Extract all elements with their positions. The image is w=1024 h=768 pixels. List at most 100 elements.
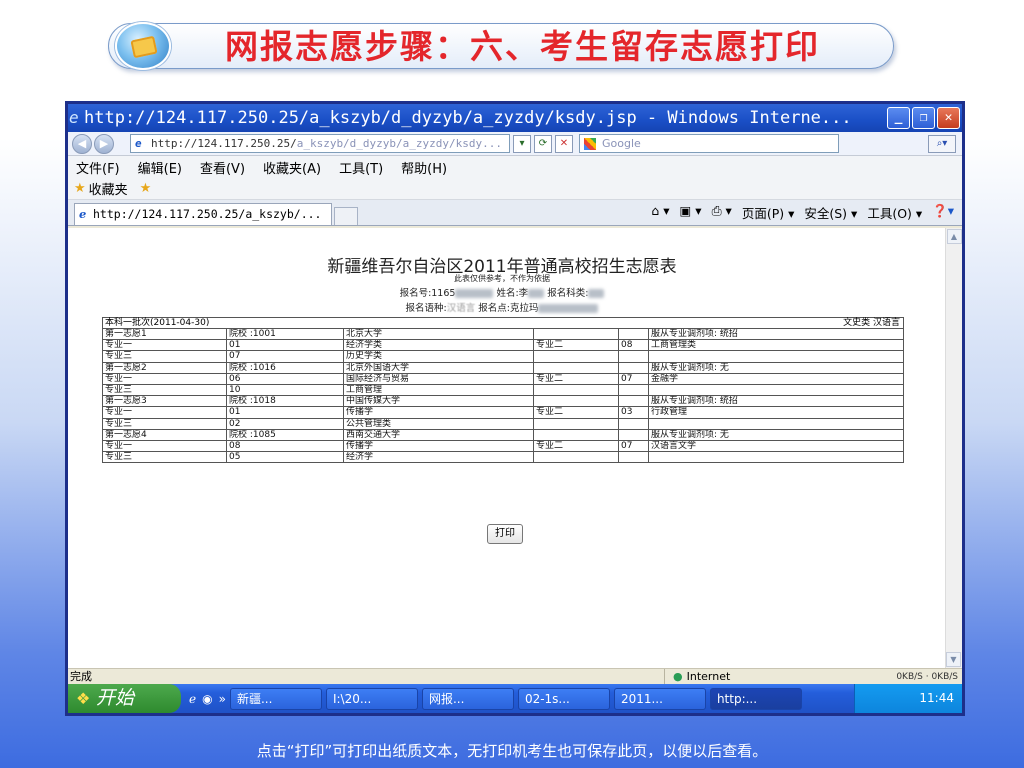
help-icon[interactable]: ❓▾ bbox=[932, 203, 954, 222]
table-cell bbox=[533, 417, 619, 430]
table-cell: 专业一 bbox=[102, 372, 227, 385]
batch-category: 文史类 汉语言 bbox=[843, 318, 900, 328]
scroll-down-icon[interactable]: ▼ bbox=[946, 652, 961, 667]
table-cell: 工商管理 bbox=[343, 383, 534, 397]
table-cell: 专业一 bbox=[102, 339, 227, 352]
close-button[interactable]: ✕ bbox=[937, 107, 960, 129]
search-icon[interactable]: ⌕▾ bbox=[928, 134, 956, 153]
table-cell: 经济学类 bbox=[343, 339, 534, 352]
browser-screenshot: e http://124.117.250.25/a_kszyb/d_dyzyb/… bbox=[65, 101, 965, 716]
stop-icon[interactable]: ✕ bbox=[555, 134, 573, 153]
batch-label: 本科一批次(2011-04-30) bbox=[105, 318, 210, 328]
table-cell bbox=[618, 350, 649, 363]
page-content: 新疆维吾尔自治区2011年普通高校招生志愿表 此表仅供参考，不作为依据 报名号:… bbox=[68, 228, 948, 668]
address-host: http://124.117.250.25/ bbox=[151, 137, 297, 150]
safety-menu[interactable]: 安全(S) ▾ bbox=[804, 203, 857, 222]
table-cell: 专业一 bbox=[102, 439, 227, 453]
table-cell bbox=[533, 361, 619, 374]
menu-bar: 文件(F) 编辑(E) 查看(V) 收藏夹(A) 工具(T) 帮助(H) bbox=[68, 156, 962, 178]
go-icon[interactable]: ▾ bbox=[513, 134, 531, 153]
table-row: 第一志愿1 院校 :1001 北京大学 服从专业调剂项: 统招 bbox=[102, 327, 904, 341]
page-menu[interactable]: 页面(P) ▾ bbox=[742, 203, 795, 222]
task-5[interactable]: 2011... bbox=[613, 687, 706, 710]
slide-logo-icon bbox=[115, 22, 171, 70]
print-icon[interactable]: ⎙ ▾ bbox=[712, 203, 732, 222]
table-cell bbox=[533, 451, 619, 464]
task-2[interactable]: I:\20... bbox=[325, 687, 418, 710]
table-cell bbox=[533, 383, 619, 397]
home-icon[interactable]: ⌂ ▾ bbox=[651, 203, 669, 222]
tab-current[interactable]: http://124.117.250.25/a_kszyb/... bbox=[74, 203, 332, 225]
back-button[interactable]: ◀ bbox=[72, 133, 92, 154]
menu-edit[interactable]: 编辑(E) bbox=[138, 158, 182, 177]
table-cell: 07 bbox=[226, 350, 344, 363]
name-label: 姓名:李 bbox=[496, 288, 529, 299]
address-path: a_kszyb/d_dyzyb/a_zyzdy/ksdy... bbox=[296, 137, 503, 150]
media-quicklaunch-icon[interactable]: ◉ bbox=[202, 692, 212, 706]
address-input[interactable]: http://124.117.250.25/a_kszyb/d_dyzyb/a_… bbox=[130, 134, 510, 153]
table-row: 专业一 08 传播学 专业二 07 汉语言文学 bbox=[102, 439, 904, 453]
table-cell: 01 bbox=[226, 406, 344, 419]
maximize-button[interactable]: ❐ bbox=[912, 107, 935, 129]
security-zone: Internet bbox=[664, 669, 814, 685]
menu-help[interactable]: 帮助(H) bbox=[401, 158, 447, 177]
ie-quicklaunch-icon[interactable]: ℯ bbox=[189, 692, 196, 706]
refresh-icon[interactable]: ⟳ bbox=[534, 134, 552, 153]
table-cell bbox=[618, 383, 649, 397]
table-cell: 专业一 bbox=[102, 406, 227, 419]
scroll-up-icon[interactable]: ▲ bbox=[946, 229, 962, 244]
address-toolbar: ◀ ▶ http://124.117.250.25/a_kszyb/d_dyzy… bbox=[68, 132, 962, 156]
table-cell: 院校 :1085 bbox=[226, 428, 344, 441]
table-cell: 金融学 bbox=[648, 372, 904, 385]
table-cell bbox=[618, 361, 649, 374]
vertical-scrollbar[interactable]: ▲ ▼ bbox=[945, 228, 962, 668]
tools-menu[interactable]: 工具(O) ▾ bbox=[867, 203, 922, 222]
table-cell bbox=[648, 417, 904, 430]
table-row: 第一志愿2 院校 :1016 北京外国语大学 服从专业调剂项: 无 bbox=[102, 361, 904, 374]
start-button[interactable]: 开始 bbox=[68, 684, 181, 713]
more-quicklaunch-icon[interactable]: » bbox=[219, 692, 226, 706]
task-6[interactable]: http:... bbox=[709, 687, 802, 710]
applicant-info-line1: 报名号:1165 姓名:李 报名科类: bbox=[68, 285, 936, 299]
favorites-button[interactable]: 收藏夹 bbox=[89, 179, 128, 198]
ie-logo-icon: e bbox=[69, 108, 79, 127]
table-cell: 03 bbox=[618, 406, 649, 419]
task-4[interactable]: 02-1s... bbox=[517, 687, 610, 710]
menu-file[interactable]: 文件(F) bbox=[76, 158, 120, 177]
window-titlebar: e http://124.117.250.25/a_kszyb/d_dyzyb/… bbox=[68, 104, 962, 132]
lang-value: 汉语言 bbox=[446, 303, 476, 314]
batch-header: 本科一批次(2011-04-30) 文史类 汉语言 bbox=[102, 317, 904, 328]
quick-launch: ℯ ◉ » bbox=[189, 692, 226, 706]
minimize-button[interactable]: _ bbox=[887, 107, 910, 129]
menu-tools[interactable]: 工具(T) bbox=[339, 158, 383, 177]
table-cell: 服从专业调剂项: 统招 bbox=[648, 395, 904, 408]
table-cell: 传播学 bbox=[343, 406, 534, 419]
table-row: 第一志愿4 院校 :1085 西南交通大学 服从专业调剂项: 无 bbox=[102, 428, 904, 441]
redacted-subject bbox=[588, 289, 605, 298]
table-cell bbox=[618, 395, 649, 408]
feeds-icon[interactable]: ▣ ▾ bbox=[680, 203, 702, 222]
menu-view[interactable]: 查看(V) bbox=[200, 158, 245, 177]
table-cell: 08 bbox=[618, 339, 649, 352]
favorites-star-icon[interactable]: ★ bbox=[74, 181, 86, 196]
table-cell: 专业二 bbox=[533, 339, 619, 352]
system-tray-clock[interactable]: 11:44 bbox=[854, 684, 962, 713]
menu-favorites[interactable]: 收藏夹(A) bbox=[263, 158, 321, 177]
table-row: 第一志愿3 院校 :1018 中国传媒大学 服从专业调剂项: 统招 bbox=[102, 395, 904, 408]
tab-bar: http://124.117.250.25/a_kszyb/... ⌂ ▾ ▣ … bbox=[68, 200, 962, 226]
table-cell: 07 bbox=[618, 439, 649, 453]
table-cell bbox=[648, 350, 904, 363]
forward-button[interactable]: ▶ bbox=[94, 133, 114, 154]
task-3[interactable]: 网报... bbox=[421, 687, 514, 710]
table-row: 专业一 01 传播学 专业二 03 行政管理 bbox=[102, 406, 904, 419]
add-favorite-icon[interactable]: ★ bbox=[140, 181, 152, 196]
site-label: 报名点:克拉玛 bbox=[478, 303, 539, 314]
table-row: 专业一 01 经济学类 专业二 08 工商管理类 bbox=[102, 339, 904, 352]
table-cell: 院校 :1001 bbox=[226, 327, 344, 341]
search-input[interactable]: Google bbox=[579, 134, 839, 153]
command-bar: ⌂ ▾ ▣ ▾ ⎙ ▾ 页面(P) ▾ 安全(S) ▾ 工具(O) ▾ ❓▾ bbox=[651, 203, 954, 222]
new-tab-button[interactable] bbox=[334, 207, 358, 225]
task-1[interactable]: 新疆... bbox=[229, 687, 322, 710]
table-cell: 06 bbox=[226, 372, 344, 385]
print-button[interactable]: 打印 bbox=[487, 524, 523, 544]
